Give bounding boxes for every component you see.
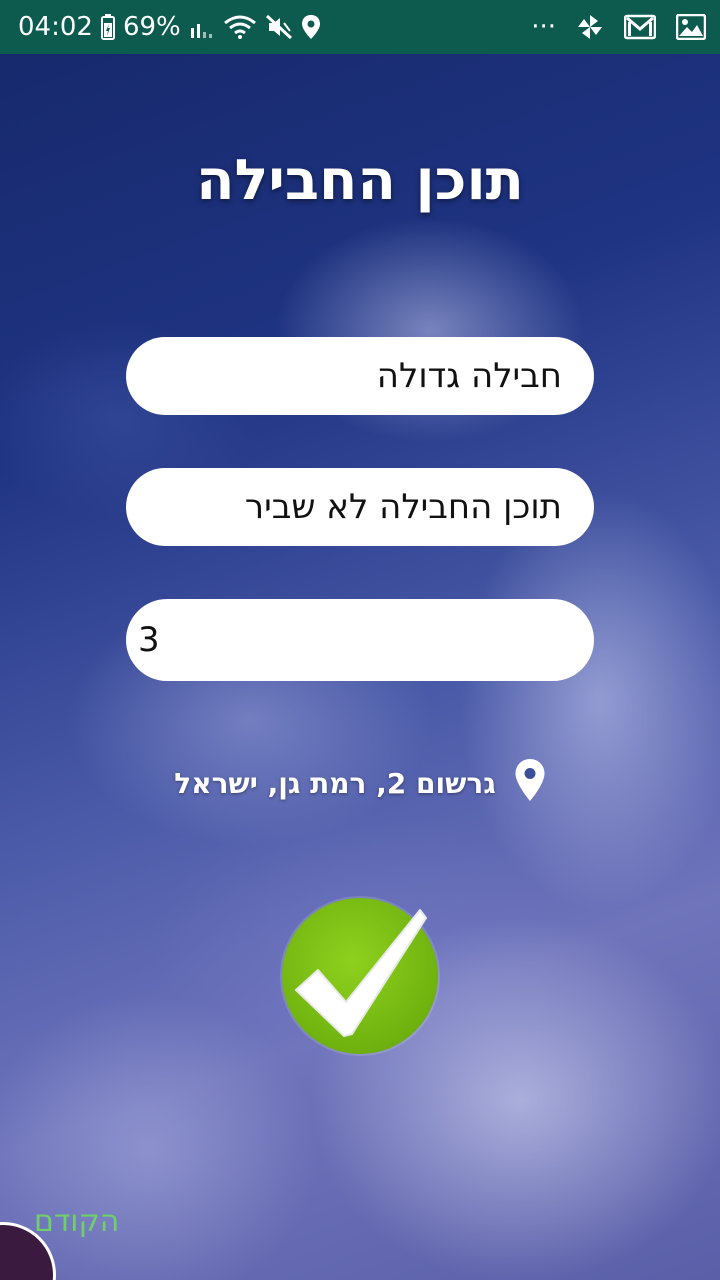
status-left: 04:02 69%	[18, 12, 321, 42]
status-right: ···	[531, 12, 706, 42]
address-text: גרשום 2, רמת גן, ישראל	[174, 767, 496, 800]
battery-percent: 69%	[122, 12, 181, 42]
package-content-value: תוכן החבילה לא שביר	[244, 487, 562, 527]
signal-icon	[189, 14, 215, 40]
package-content-field[interactable]: תוכן החבילה לא שביר	[126, 468, 594, 546]
quantity-field[interactable]: 3	[126, 599, 594, 681]
package-size-value: חבילה גדולה	[376, 356, 562, 396]
gmail-icon	[624, 14, 656, 40]
package-size-field[interactable]: חבילה גדולה	[126, 337, 594, 415]
status-time: 04:02	[18, 12, 93, 42]
mute-icon	[265, 14, 293, 40]
overflow-dots: ···	[531, 12, 556, 42]
battery-icon	[100, 14, 115, 40]
wifi-icon	[223, 14, 257, 40]
map-pin-icon	[514, 758, 546, 809]
checkmark-icon	[295, 909, 427, 1037]
app-screen: 04:02 69% ··· תוכן החבילה חבילה גדולה תו…	[0, 0, 720, 1280]
page-title: תוכן החבילה	[196, 148, 524, 213]
quantity-value: 3	[138, 620, 160, 660]
pinwheel-icon	[576, 13, 604, 41]
location-icon	[301, 14, 321, 40]
confirm-button[interactable]	[282, 898, 438, 1054]
status-bar: 04:02 69% ···	[0, 0, 720, 54]
back-link[interactable]: הקודם	[34, 1204, 119, 1239]
gallery-icon	[676, 14, 706, 40]
pickup-address: גרשום 2, רמת גן, ישראל	[0, 758, 720, 809]
